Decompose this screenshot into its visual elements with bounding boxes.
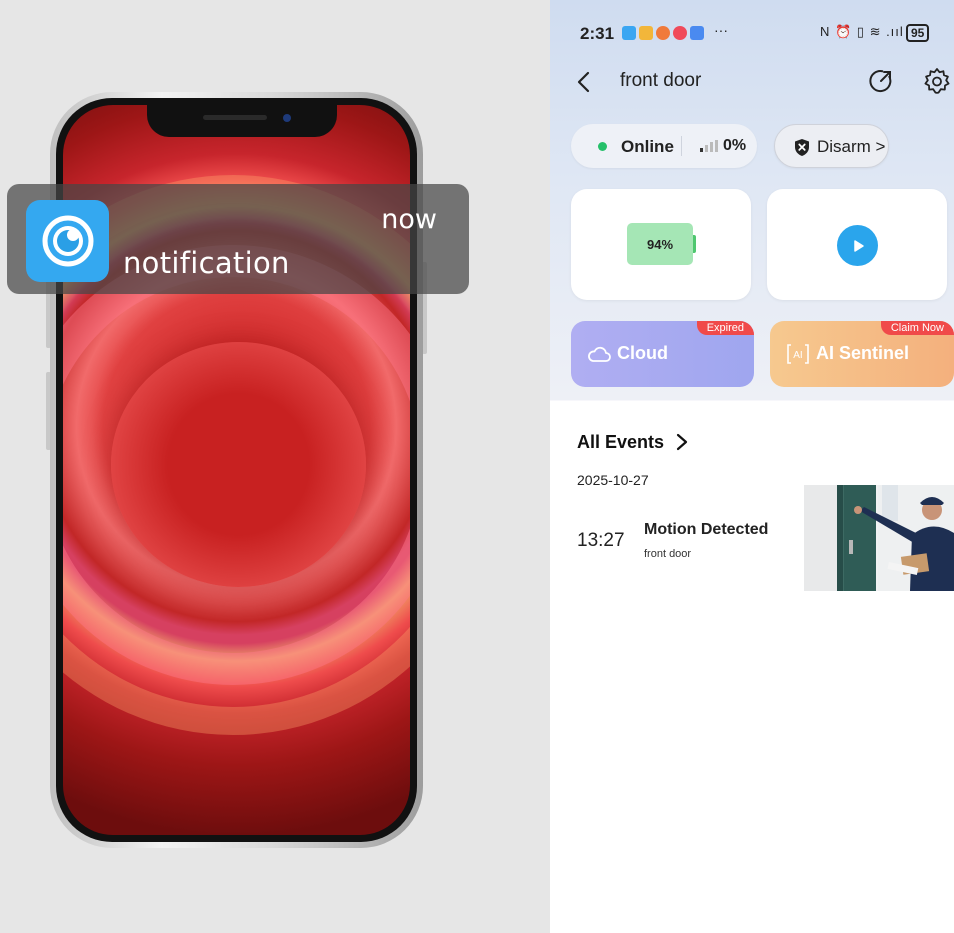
- disarm-button[interactable]: Disarm >: [774, 124, 889, 168]
- status-more-icon: ···: [714, 22, 728, 38]
- signal-percent: 0%: [723, 137, 747, 154]
- eye-camera-icon: [26, 200, 109, 282]
- event-device: front door: [644, 548, 692, 560]
- device-status-pill: Online 0%: [571, 124, 757, 168]
- status-app-icons: [622, 26, 704, 40]
- app-header: front door: [550, 62, 954, 102]
- app-notification-icon: [639, 26, 653, 40]
- event-thumbnail[interactable]: [804, 485, 954, 591]
- share-icon[interactable]: [868, 68, 894, 94]
- battery-card[interactable]: 94%: [571, 189, 751, 300]
- expired-badge: Expired: [696, 321, 754, 335]
- cloud-icon: [588, 346, 611, 362]
- app-notification-icon: [690, 26, 704, 40]
- delivery-person-image: [844, 485, 954, 591]
- live-view-card[interactable]: [767, 189, 947, 300]
- ai-sentinel-promo-card[interactable]: Claim Now AI AI Sentinel: [770, 321, 954, 387]
- event-time: 13:27: [577, 530, 625, 551]
- ai-icon: AI: [787, 344, 809, 364]
- notification-time: now: [381, 204, 437, 235]
- app-screen: 2:31 ··· N ⏰ ▯ ≋ .ııl 95 front door Onli…: [550, 0, 954, 933]
- earpiece-speaker: [203, 115, 267, 120]
- back-arrow-icon[interactable]: [572, 68, 596, 96]
- cloud-label: Cloud: [617, 343, 668, 363]
- event-date: 2025-10-27: [577, 472, 649, 488]
- push-notification-banner[interactable]: now notification: [7, 184, 469, 294]
- status-divider: [681, 136, 682, 156]
- gear-icon[interactable]: [923, 67, 951, 95]
- app-notification-icon: [673, 26, 687, 40]
- online-indicator: [598, 142, 607, 151]
- page-title: front door: [620, 70, 702, 91]
- wallpaper-inner-sphere: [111, 342, 366, 587]
- phone-mockup-panel: now notification: [0, 0, 550, 933]
- online-label: Online: [621, 137, 674, 156]
- all-events-link[interactable]: All Events: [577, 432, 664, 453]
- chevron-right-icon[interactable]: [675, 432, 689, 452]
- ai-icon-label: AI: [793, 350, 802, 361]
- claim-now-badge: Claim Now: [880, 321, 954, 335]
- status-system-icons: N ⏰ ▯ ≋ .ııl: [820, 24, 904, 39]
- events-panel: All Events 2025-10-27 13:27 Motion Detec…: [550, 405, 954, 933]
- disarm-label: Disarm >: [817, 137, 886, 156]
- status-battery: 95: [906, 24, 930, 42]
- battery-tip: [693, 235, 696, 253]
- cloud-promo-card[interactable]: Expired Cloud: [571, 321, 754, 387]
- app-notification-icon: [656, 26, 670, 40]
- play-icon: [837, 225, 878, 266]
- status-time: 2:31: [580, 24, 615, 43]
- status-bar: 2:31 ··· N ⏰ ▯ ≋ .ııl 95: [580, 22, 950, 44]
- signal-strength-icon: [700, 140, 718, 152]
- notification-title: notification: [123, 246, 290, 280]
- app-notification-icon: [622, 26, 636, 40]
- phone-notch: [147, 105, 337, 137]
- battery-level: 94%: [627, 223, 693, 265]
- event-title: Motion Detected: [644, 521, 769, 538]
- ai-sentinel-label: AI Sentinel: [816, 343, 910, 363]
- shield-icon: [795, 139, 809, 156]
- front-camera: [283, 114, 291, 122]
